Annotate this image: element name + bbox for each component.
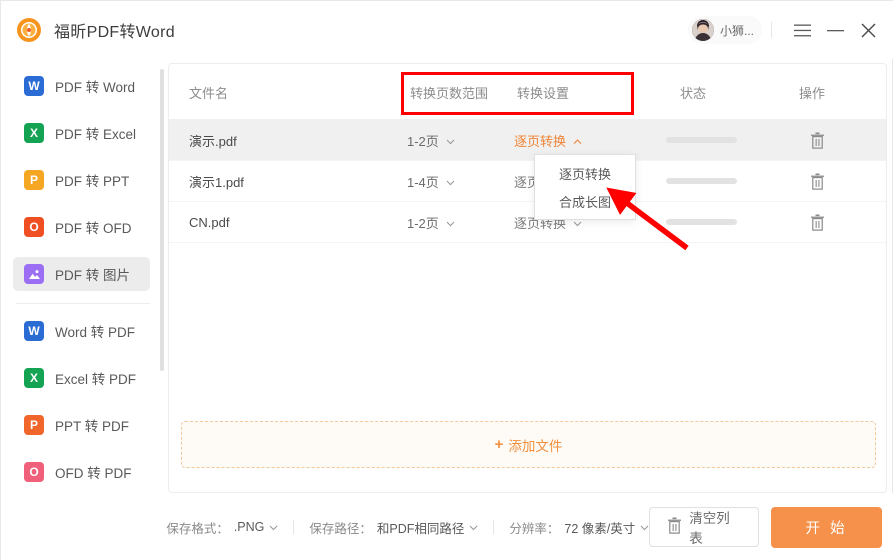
- excel-icon: X: [24, 123, 44, 143]
- window-controls: 小狮...: [687, 1, 893, 59]
- save-format-label: 保存格式：: [166, 521, 229, 536]
- sidebar-item-word-to-pdf[interactable]: W Word 转 PDF: [13, 314, 150, 348]
- save-path-label: 保存路径：: [309, 521, 372, 536]
- convert-setting-value: 逐页转换: [514, 133, 567, 149]
- save-format-value: .PNG: [233, 520, 265, 534]
- chevron-down-icon: [269, 520, 278, 534]
- chevron-down-icon: [640, 520, 649, 534]
- cell-filename: CN.pdf: [189, 214, 230, 230]
- sidebar-item-label: PDF 转 图片: [55, 268, 131, 283]
- status-progress-bar: [666, 137, 737, 143]
- chevron-down-icon: [469, 520, 478, 534]
- sidebar-item-pdf-to-word[interactable]: W PDF 转 Word: [13, 69, 150, 103]
- ofd-icon: O: [24, 217, 44, 237]
- sidebar-item-excel-to-pdf[interactable]: X Excel 转 PDF: [13, 361, 150, 395]
- sidebar-item-label: PDF 转 Excel: [55, 127, 137, 142]
- file-list-panel: 文件名 转换页数范围 转换设置 状态 操作 演示.pdf 1-2页 逐页转换 演…: [168, 63, 887, 493]
- page-range-value: 1-2页: [407, 133, 439, 149]
- table-header: 文件名 转换页数范围 转换设置 状态 操作: [169, 64, 886, 120]
- column-header-page-range: 转换页数范围: [410, 85, 489, 101]
- sidebar-item-label: PDF 转 OFD: [55, 221, 132, 236]
- table-row[interactable]: CN.pdf 1-2页 逐页转换: [169, 202, 886, 243]
- word-icon: W: [24, 321, 44, 341]
- column-header-filename: 文件名: [189, 85, 229, 101]
- close-icon[interactable]: [854, 16, 882, 44]
- delete-row-button[interactable]: [810, 214, 825, 231]
- sidebar-item-pdf-to-ppt[interactable]: P PDF 转 PPT: [13, 163, 150, 197]
- word-icon: W: [24, 76, 44, 96]
- sidebar-item-label: PPT 转 PDF: [55, 419, 130, 434]
- plus-icon: +: [494, 436, 504, 453]
- status-progress-bar: [666, 178, 737, 184]
- delete-row-button[interactable]: [810, 173, 825, 190]
- option-divider: [293, 520, 295, 534]
- page-range-value: 1-2页: [407, 215, 439, 231]
- sidebar-item-label: Word 转 PDF: [55, 325, 136, 340]
- app-title: 福昕PDF转Word: [54, 24, 175, 41]
- excel-icon: X: [24, 368, 44, 388]
- status-progress-bar: [666, 219, 737, 225]
- resolution-value: 72 像素/英寸: [564, 521, 636, 536]
- ppt-icon: P: [24, 415, 44, 435]
- save-format-select[interactable]: 保存格式： .PNG: [166, 518, 278, 537]
- title-bar: 福昕PDF转Word 小狮...: [1, 1, 893, 59]
- convert-setting-dropdown-menu[interactable]: 逐页转换 合成长图: [534, 154, 636, 220]
- titlebar-divider: [771, 22, 772, 38]
- save-path-select[interactable]: 保存路径： 和PDF相同路径: [309, 518, 478, 537]
- sidebar-item-pdf-to-image[interactable]: PDF 转 图片: [13, 257, 150, 291]
- sidebar-item-ppt-to-pdf[interactable]: P PPT 转 PDF: [13, 408, 150, 442]
- app-window: 福昕PDF转Word 小狮... W PDF 转 Word X PDF 转 Ex…: [0, 0, 893, 560]
- user-account-chip[interactable]: 小狮...: [687, 16, 762, 44]
- convert-setting-select[interactable]: 逐页转换: [514, 131, 582, 150]
- dropdown-option-merge-long-image[interactable]: 合成长图: [535, 187, 635, 215]
- column-header-settings: 转换设置: [517, 85, 570, 101]
- minimize-icon[interactable]: [821, 16, 849, 44]
- sidebar-divider: [16, 303, 150, 304]
- hamburger-menu-icon[interactable]: [788, 16, 816, 44]
- option-divider: [493, 520, 495, 534]
- cell-filename: 演示.pdf: [189, 133, 237, 149]
- start-button[interactable]: 开 始: [771, 506, 882, 548]
- clear-list-label: 清空列表: [689, 511, 730, 546]
- save-path-value: 和PDF相同路径: [376, 521, 465, 536]
- avatar: [691, 19, 714, 41]
- trash-icon: [667, 517, 682, 537]
- column-header-status: 状态: [680, 85, 707, 101]
- chevron-up-icon: [573, 133, 582, 148]
- table-row[interactable]: 演示1.pdf 1-4页 逐页转换: [169, 161, 886, 202]
- ppt-icon: P: [24, 170, 44, 190]
- chevron-down-icon: [446, 215, 455, 230]
- bottom-toolbar: 保存格式： .PNG 保存路径： 和PDF相同路径 分辨率： 72 像素/英寸: [1, 493, 893, 560]
- delete-row-button[interactable]: [810, 132, 825, 149]
- sidebar-item-pdf-to-ofd[interactable]: O PDF 转 OFD: [13, 210, 150, 244]
- sidebar-item-ofd-to-pdf[interactable]: O OFD 转 PDF: [13, 455, 150, 489]
- column-header-action: 操作: [799, 85, 826, 101]
- resolution-label: 分辨率：: [509, 521, 560, 536]
- page-range-value: 1-4页: [407, 174, 439, 190]
- add-file-button[interactable]: + 添加文件: [181, 421, 876, 468]
- ofd-icon: O: [24, 462, 44, 482]
- dropdown-option-page-by-page[interactable]: 逐页转换: [535, 159, 635, 187]
- user-name: 小狮...: [719, 23, 754, 38]
- resolution-select[interactable]: 分辨率： 72 像素/英寸: [509, 518, 649, 537]
- page-range-select[interactable]: 1-4页: [407, 172, 455, 191]
- sidebar-item-pdf-to-excel[interactable]: X PDF 转 Excel: [13, 116, 150, 150]
- sidebar-item-label: Excel 转 PDF: [55, 372, 137, 387]
- sidebar-item-label: PDF 转 Word: [55, 80, 136, 95]
- table-row[interactable]: 演示.pdf 1-2页 逐页转换: [169, 120, 886, 161]
- cell-filename: 演示1.pdf: [189, 174, 244, 190]
- page-range-select[interactable]: 1-2页: [407, 213, 455, 232]
- page-range-select[interactable]: 1-2页: [407, 131, 455, 150]
- sidebar-item-label: OFD 转 PDF: [55, 466, 132, 481]
- clear-list-button[interactable]: 清空列表: [649, 507, 760, 547]
- sidebar-scrollbar-thumb[interactable]: [160, 69, 164, 371]
- sidebar-scrollbar[interactable]: [160, 69, 164, 509]
- sidebar-item-label: PDF 转 PPT: [55, 174, 130, 189]
- image-icon: [24, 264, 44, 284]
- chevron-down-icon: [446, 174, 455, 189]
- sidebar: W PDF 转 Word X PDF 转 Excel P PDF 转 PPT O…: [1, 59, 164, 560]
- chevron-down-icon: [446, 133, 455, 148]
- add-file-label: 添加文件: [508, 438, 563, 454]
- foxit-logo-icon: [14, 15, 44, 45]
